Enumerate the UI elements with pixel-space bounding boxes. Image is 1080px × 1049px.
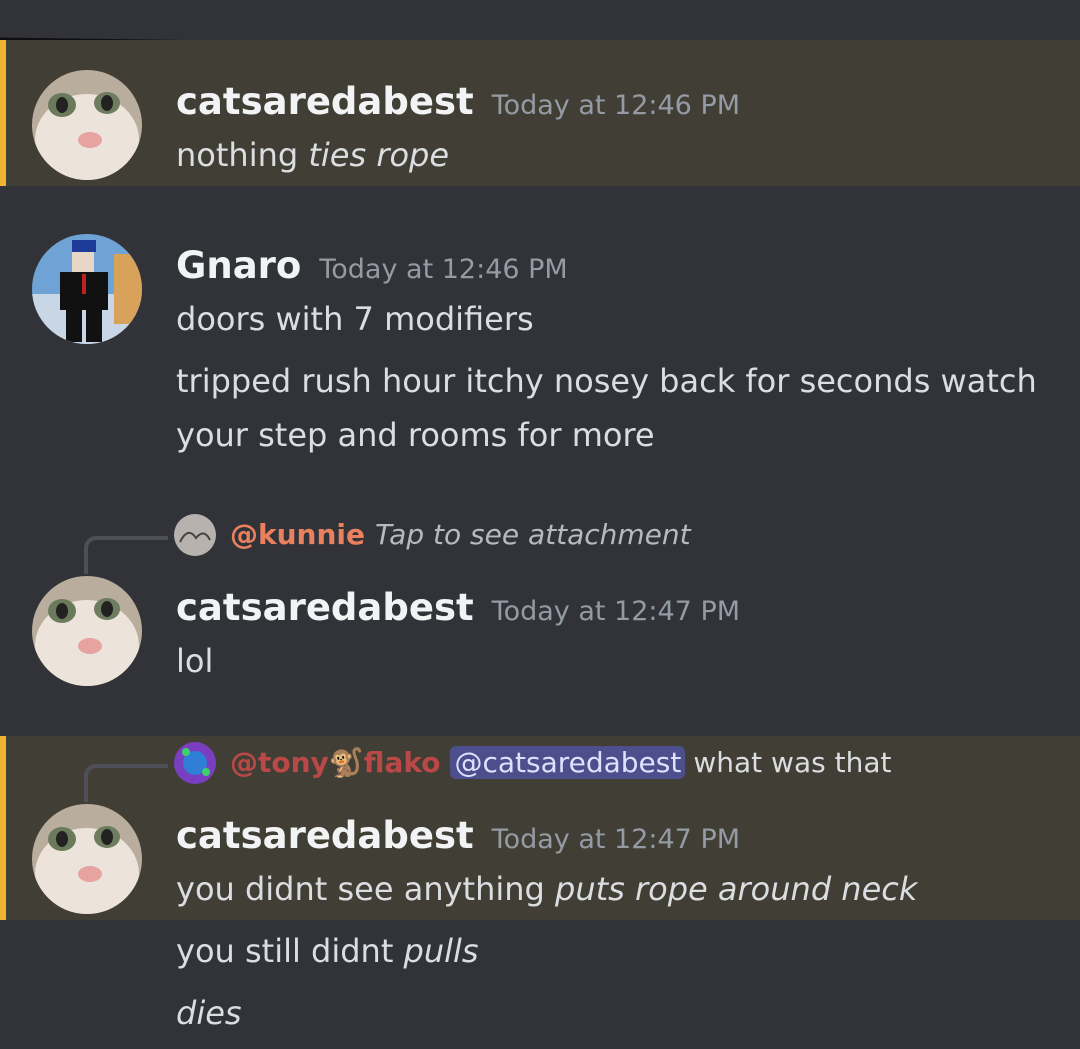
message-text-line-1: you didnt see anything puts rope around …	[176, 870, 917, 908]
message-text-italic: pulls	[403, 932, 479, 970]
reply-text[interactable]: @tony🐒flako @catsaredabest what was that	[230, 744, 891, 782]
reply-username[interactable]: @kunnie	[230, 518, 365, 551]
reply-spine	[84, 536, 168, 574]
avatar[interactable]	[32, 70, 142, 180]
message-catsaredabest-1[interactable]: catsaredabest Today at 12:46 PM nothing t…	[0, 40, 1080, 186]
message-text-italic: puts rope around neck	[555, 870, 918, 908]
username-text[interactable]: catsaredabest	[176, 80, 474, 123]
timestamp: Today at 12:46 PM	[319, 254, 568, 285]
message-text-plain: you still didnt	[176, 932, 404, 970]
reply-text[interactable]: @kunnie Tap to see attachment	[230, 516, 691, 554]
message-text-plain: you didnt see anything	[176, 870, 556, 908]
reply-avatar	[174, 742, 216, 784]
username[interactable]: catsaredabest Today at 12:46 PM	[176, 80, 740, 123]
reply-username[interactable]: @tony🐒flako	[230, 746, 440, 779]
timestamp: Today at 12:47 PM	[491, 596, 741, 627]
message-catsaredabest-2[interactable]: @kunnie Tap to see attachment catsaredabe…	[0, 476, 1080, 736]
message-text-plain: nothing	[176, 136, 309, 174]
timestamp: Today at 12:46 PM	[491, 90, 741, 121]
reply-username-part2[interactable]: flako	[364, 746, 441, 779]
message-text-line-2: you still didnt pulls	[176, 932, 479, 970]
message-text-italic: ties rope	[308, 136, 450, 174]
username-text[interactable]: catsaredabest	[176, 586, 474, 629]
timestamp: Today at 12:47 PM	[491, 824, 741, 855]
avatar[interactable]	[32, 576, 142, 686]
message-text: nothing ties rope	[176, 136, 449, 174]
reply-spine	[84, 764, 168, 802]
message-catsaredabest-3[interactable]: @tony🐒flako @catsaredabest what was that c…	[0, 736, 1080, 920]
message-gnaro[interactable]: Gnaro Today at 12:46 PM doors with 7 modi…	[0, 186, 1080, 476]
message-text-line-3: your step and rooms for more	[176, 416, 655, 454]
monkey-icon: 🐒	[328, 746, 364, 779]
username[interactable]: Gnaro Today at 12:46 PM	[176, 244, 568, 287]
message-text: lol	[176, 642, 214, 680]
avatar[interactable]	[32, 804, 142, 914]
username[interactable]: catsaredabest Today at 12:47 PM	[176, 586, 740, 629]
message-text-line-2: tripped rush hour itchy nosey back for s…	[176, 362, 1037, 400]
reply-username-part1[interactable]: @tony	[230, 746, 329, 779]
avatar[interactable]	[32, 234, 142, 344]
username-text[interactable]: Gnaro	[176, 244, 301, 287]
username-text[interactable]: catsaredabest	[176, 814, 474, 857]
mention[interactable]: @catsaredabest	[450, 746, 686, 779]
reply-message: what was that	[693, 746, 892, 779]
username[interactable]: catsaredabest Today at 12:47 PM	[176, 814, 740, 857]
reply-attachment-text[interactable]: Tap to see attachment	[375, 518, 691, 551]
reply-avatar	[174, 514, 216, 556]
message-text-line-3: dies	[176, 994, 242, 1032]
message-text-line-1: doors with 7 modifiers	[176, 300, 534, 338]
